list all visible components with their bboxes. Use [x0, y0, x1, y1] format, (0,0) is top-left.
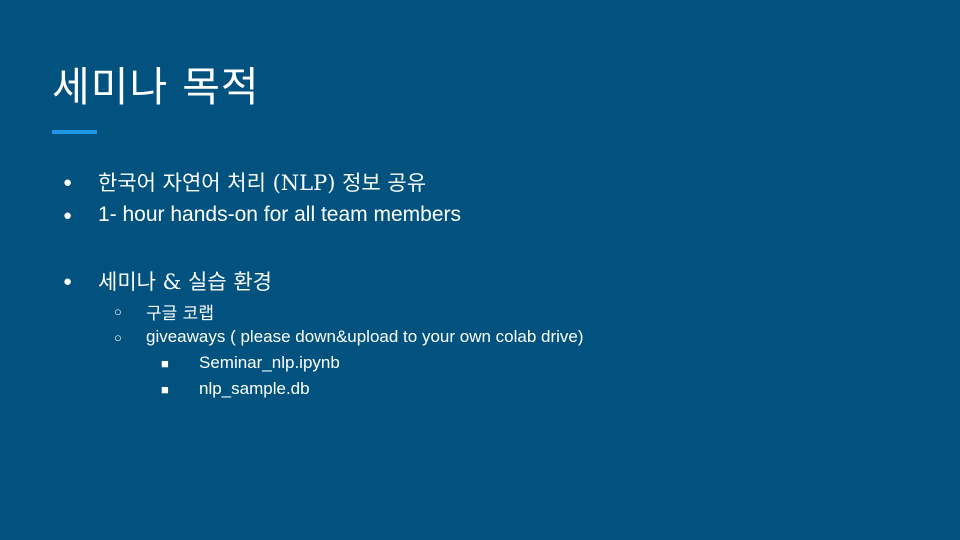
slide-title: 세미나 목적: [52, 63, 260, 111]
bullet-dot-icon: ●: [63, 173, 73, 191]
bullet-text: 세미나 & 실습 환경: [98, 270, 272, 294]
sub-bullet-item: ○ giveaways ( please down&upload to your…: [114, 324, 584, 350]
sub-bullet-item: ○ 구글 코랩: [114, 298, 214, 324]
slide: 세미나 목적 ● 한국어 자연어 처리 (NLP) 정보 공유 ● 1- hou…: [0, 0, 960, 540]
title-underline: [52, 130, 97, 134]
sub-sub-bullet-item: ■ nlp_sample.db: [161, 376, 310, 402]
bullet-square-icon: ■: [161, 381, 169, 397]
bullet-item: ● 1- hour hands-on for all team members: [63, 199, 461, 231]
bullet-circle-icon: ○: [114, 329, 122, 345]
bullet-text: 1- hour hands-on for all team members: [98, 203, 461, 226]
sub-bullet-text: 구글 코랩: [146, 303, 214, 324]
bullet-circle-icon: ○: [114, 303, 122, 319]
bullet-dot-icon: ●: [63, 206, 73, 224]
bullet-text: 한국어 자연어 처리 (NLP) 정보 공유: [98, 171, 427, 195]
bullet-item: ● 세미나 & 실습 환경: [63, 265, 272, 297]
bullet-dot-icon: ●: [63, 272, 73, 290]
bullet-square-icon: ■: [161, 355, 169, 371]
file-name-text: Seminar_nlp.ipynb: [199, 353, 340, 372]
sub-sub-bullet-item: ■ Seminar_nlp.ipynb: [161, 350, 340, 376]
file-name-text: nlp_sample.db: [199, 379, 310, 398]
sub-bullet-text: giveaways ( please down&upload to your o…: [146, 327, 584, 346]
bullet-item: ● 한국어 자연어 처리 (NLP) 정보 공유: [63, 166, 426, 198]
